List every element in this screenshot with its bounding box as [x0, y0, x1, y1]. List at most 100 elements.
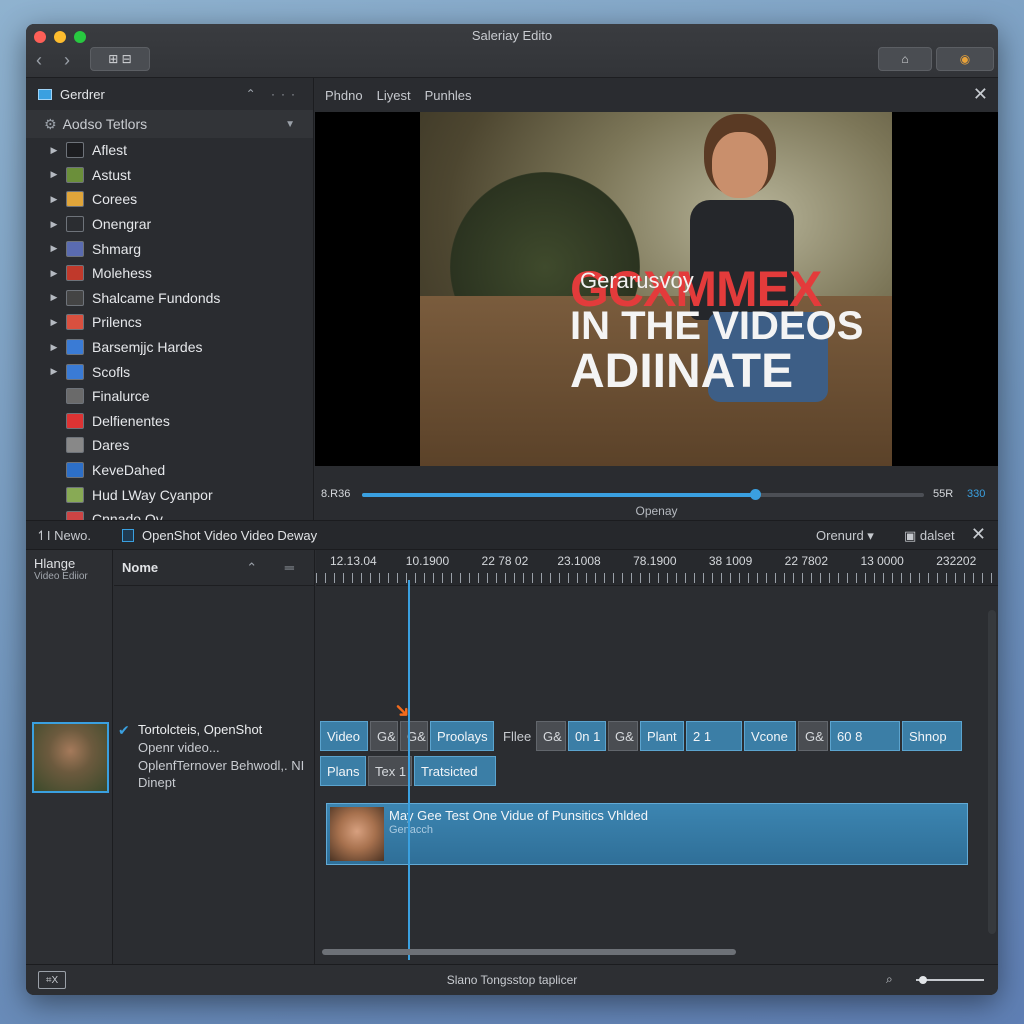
sidebar-item-label: Onengrar	[92, 216, 152, 233]
title-overlay-line1-small: Gerarusvoy	[580, 268, 694, 293]
expand-triangle-icon[interactable]: ▶	[42, 366, 66, 377]
timeline-clip[interactable]: Tex 1	[368, 756, 412, 786]
timeline-clip[interactable]: G&	[370, 721, 398, 751]
tab-phdno[interactable]: Phdno	[325, 88, 363, 103]
browser-title: Gerdrer	[60, 86, 105, 102]
timeline-clip[interactable]: G&	[798, 721, 828, 751]
name-column: Nome ⌃ ═ ✔ Tortolcteis, OpenShot Openr v…	[114, 550, 315, 964]
title-bar: Saleriay Edito ‹ › ⊞ ⊟ ⌂ ◉	[26, 24, 998, 78]
sidebar-item[interactable]: Dares	[26, 433, 313, 458]
scrub-track[interactable]	[362, 489, 924, 500]
timeline-clip[interactable]: 0n 1	[568, 721, 606, 751]
media-column-subtitle: Video Ediior	[34, 571, 88, 582]
item-icon	[66, 142, 84, 159]
expand-triangle-icon[interactable]: ▶	[42, 169, 66, 180]
expand-triangle-icon[interactable]: ▶	[42, 268, 66, 279]
timeline-clip[interactable]: G&	[400, 721, 428, 751]
timeline-clip[interactable]: Plant	[640, 721, 684, 751]
browser-menu-button[interactable]: ⌃ ···	[246, 87, 301, 101]
timeline-clip[interactable]: Proolays	[430, 721, 494, 751]
check-icon[interactable]: ✔	[118, 722, 130, 739]
name-header-controls[interactable]: ⌃ ═	[246, 560, 306, 576]
sidebar-item[interactable]: ▶ Shmarg	[26, 236, 313, 261]
sidebar-item[interactable]: ▶ Corees	[26, 187, 313, 212]
back-arrow-icon[interactable]: ‹	[36, 50, 42, 71]
sidebar-item-label: Finalurce	[92, 388, 150, 405]
view-toggle-button[interactable]: ⊞ ⊟	[90, 47, 150, 71]
ruler-label: 13 0000	[860, 554, 904, 568]
sidebar-item[interactable]: ▶ Shalcame Fundonds	[26, 286, 313, 311]
sidebar-item[interactable]: ▶ Scofls	[26, 359, 313, 384]
sidebar-item[interactable]: ▶ Astust	[26, 163, 313, 188]
sidebar-item-label: Hud LWay Cyanpor	[92, 486, 213, 503]
sidebar-item-label: Astust	[92, 166, 131, 183]
title-overlay-line2: IN THE VIDEOS	[570, 304, 864, 348]
expand-triangle-icon[interactable]: ▶	[42, 219, 66, 230]
timeline-clip[interactable]: 60 8	[830, 721, 900, 751]
timeline-clip[interactable]: 2 1	[686, 721, 742, 751]
tab-liyest[interactable]: Liyest	[377, 88, 411, 103]
expand-triangle-icon[interactable]: ▶	[42, 194, 66, 205]
sidebar-item[interactable]: ▶ Prilencs	[26, 310, 313, 335]
item-icon	[66, 486, 84, 503]
timeline-clip[interactable]: G&	[608, 721, 638, 751]
ruler-label: 22 78 02	[481, 554, 529, 568]
scrub-handle[interactable]	[750, 489, 762, 500]
playhead[interactable]	[408, 580, 410, 960]
ruler-label: 12.13.04	[330, 554, 377, 568]
view-dropdown[interactable]: ▣ dalset	[904, 528, 955, 544]
close-icon[interactable]: ✕	[973, 84, 988, 105]
time-ruler[interactable]: 12.13.04 10.1900 22 78 02 23.1008 78.1900 38 …	[316, 550, 998, 586]
timeline-clip[interactable]: Video	[320, 721, 368, 751]
sidebar-item[interactable]: Hud LWay Cyanpor	[26, 482, 313, 507]
expand-triangle-icon[interactable]: ▶	[42, 292, 66, 303]
ruler-label: 38 1009	[708, 554, 753, 568]
timeline-title-text: OpenShot Video Video Deway	[142, 528, 318, 543]
home-icon[interactable]: ⌂	[878, 47, 932, 71]
sidebar-item[interactable]: ▶ Aflest	[26, 138, 313, 163]
media-thumbnail[interactable]	[32, 722, 109, 793]
expand-triangle-icon[interactable]: ▶	[42, 145, 66, 156]
sidebar-item[interactable]: Delfienentes	[26, 409, 313, 434]
ruler-label: 232202	[936, 554, 977, 568]
item-icon	[66, 166, 84, 183]
sidebar-item[interactable]: ▶ Onengrar	[26, 212, 313, 237]
frame-rate: 330	[967, 488, 986, 500]
timeline-clip[interactable]: Vcone	[744, 721, 796, 751]
item-icon	[66, 437, 84, 454]
browser-group[interactable]: ⚙ Aodso Tetlors ▼	[26, 110, 313, 138]
orient-dropdown[interactable]: Orenurd ▾	[816, 528, 874, 544]
duration-time: 55R	[933, 488, 954, 500]
preview-tabs: Phdno Liyest Punhles	[315, 78, 998, 112]
vertical-scrollbar[interactable]	[988, 610, 996, 934]
sidebar-item[interactable]: Finalurce	[26, 384, 313, 409]
timeline-clip[interactable]: Tratsicted	[414, 756, 496, 786]
timeline-clip[interactable]: Plans	[320, 756, 366, 786]
zoom-slider[interactable]	[916, 976, 984, 984]
horizontal-scrollbar[interactable]	[322, 949, 736, 955]
expand-triangle-icon[interactable]: ▶	[42, 342, 66, 353]
tab-new[interactable]: ↿I Newo.	[36, 528, 91, 544]
video-preview[interactable]: GCXMMEX Gerarusvoy IN THE VIDEOS ADIINAT…	[315, 112, 998, 466]
sidebar-item[interactable]: KeveDahed	[26, 458, 313, 483]
timeline-header: ↿I Newo. OpenShot Video Video Deway Oren…	[26, 520, 998, 550]
timeline-clip[interactable]: Fllee	[496, 721, 534, 751]
close-timeline-icon[interactable]: ✕	[971, 524, 986, 545]
record-icon[interactable]: ◉	[936, 47, 994, 71]
item-line3: OplenfTernover Behwodl,. NI	[138, 758, 305, 773]
sidebar-item[interactable]: ▶ Barsemjjc Hardes	[26, 335, 313, 360]
sidebar-item-label: KeveDahed	[92, 462, 166, 479]
zoom-icon: ⌕	[886, 972, 893, 986]
sidebar-item-label: Scofls	[92, 363, 131, 380]
current-time: 8.R36	[321, 488, 351, 500]
timeline-clip[interactable]: Shnop	[902, 721, 962, 751]
forward-arrow-icon[interactable]: ›	[64, 50, 70, 71]
expand-triangle-icon[interactable]: ▶	[42, 243, 66, 254]
item-icon	[66, 191, 84, 208]
timeline-clip[interactable]: G&	[536, 721, 566, 751]
video-clip[interactable]: May Gee Test One Vidue of Punsitics Vhld…	[326, 803, 968, 865]
expand-triangle-icon[interactable]: ▶	[42, 317, 66, 328]
tab-punhles[interactable]: Punhles	[425, 88, 472, 103]
chevron-down-icon[interactable]: ▼	[285, 119, 295, 130]
sidebar-item[interactable]: ▶ Molehess	[26, 261, 313, 286]
